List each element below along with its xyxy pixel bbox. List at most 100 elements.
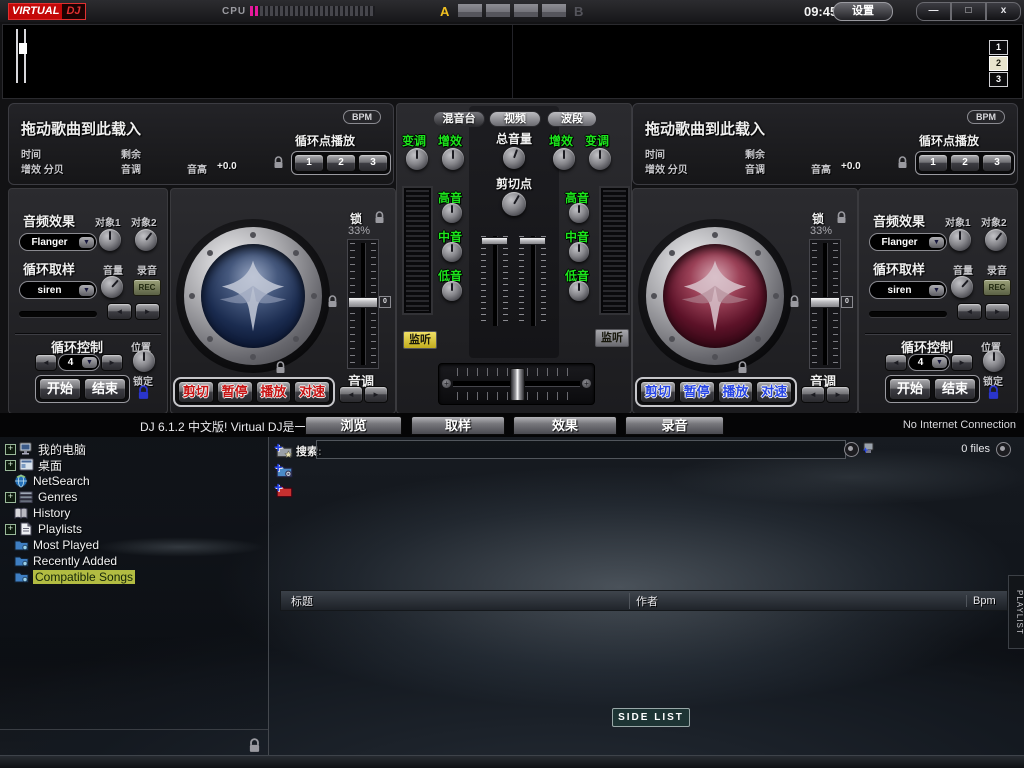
lock-icon[interactable]: [374, 211, 385, 224]
fx-param1-knob[interactable]: [949, 229, 971, 251]
fx-select[interactable]: Flanger ▼: [19, 233, 97, 251]
browser-lock-icon[interactable]: [248, 738, 261, 753]
expand-toggle[interactable]: +: [5, 492, 16, 503]
bass-knob-right[interactable]: [569, 281, 589, 301]
pause-button[interactable]: 暂停: [217, 381, 253, 403]
minimize-button[interactable]: —: [916, 2, 951, 21]
loop-double-button[interactable]: ►: [951, 354, 973, 371]
tab-video[interactable]: 视频: [489, 111, 541, 127]
search-target-icon[interactable]: [844, 442, 859, 457]
tree-item-recently-added[interactable]: Recently Added: [0, 553, 266, 569]
crossfader-handle[interactable]: [510, 368, 525, 401]
pfl-button-right[interactable]: 监听: [595, 329, 629, 347]
tab-sampler[interactable]: 取样: [411, 416, 505, 435]
fx-select[interactable]: Flanger ▼: [869, 233, 947, 251]
tab-browse[interactable]: 浏览: [305, 416, 402, 435]
loop-cue-3-button[interactable]: 3: [358, 154, 388, 172]
treble-knob-right[interactable]: [569, 203, 589, 223]
pitch-bend-plus-button[interactable]: ►: [364, 386, 388, 403]
close-button[interactable]: x: [986, 2, 1021, 21]
loop-cue-2-button[interactable]: 2: [326, 154, 356, 172]
treble-knob-left[interactable]: [442, 203, 462, 223]
jog-wheel[interactable]: [638, 219, 792, 373]
sampler-select[interactable]: siren ▼: [19, 281, 97, 299]
fx-param1-knob[interactable]: [99, 229, 121, 251]
column-bpm[interactable]: Bpm: [966, 595, 996, 607]
crossfader[interactable]: + +: [438, 363, 595, 405]
hotcue-button-3[interactable]: 3: [989, 72, 1008, 87]
fx-param2-knob[interactable]: [135, 229, 157, 251]
loop-start-button[interactable]: 开始: [39, 378, 81, 400]
bass-knob-left[interactable]: [442, 281, 462, 301]
tree-item-most-played[interactable]: Most Played: [0, 537, 266, 553]
hotcue-button-1[interactable]: 1: [989, 40, 1008, 55]
tree-item-history[interactable]: History: [0, 505, 266, 521]
waveform-display[interactable]: 1 2 3: [2, 24, 1023, 99]
sampler-next-button[interactable]: ►: [985, 303, 1010, 320]
tab-scratch[interactable]: 波段: [547, 111, 597, 127]
loop-lock-icon[interactable]: [987, 385, 1000, 400]
cue-knob[interactable]: [502, 192, 526, 216]
pitch-zero-button[interactable]: 0: [841, 296, 853, 308]
loop-position-knob[interactable]: [133, 350, 155, 372]
tab-record[interactable]: 录音: [625, 416, 724, 435]
loop-cue-2-button[interactable]: 2: [950, 154, 980, 172]
tree-item-genres[interactable]: + Genres: [0, 489, 266, 505]
pitch-slider-handle[interactable]: [810, 297, 840, 308]
pitch-slider-handle[interactable]: [348, 297, 378, 308]
pitch-bend-minus-button[interactable]: ◄: [339, 386, 363, 403]
tree-item-my-computer[interactable]: + 我的电脑: [0, 441, 266, 457]
search-input[interactable]: [316, 440, 846, 459]
loop-length-select[interactable]: 4 ▼: [908, 354, 950, 371]
fx-param2-knob[interactable]: [985, 229, 1007, 251]
settings-button[interactable]: 设置: [833, 2, 893, 21]
sampler-prev-button[interactable]: ◄: [957, 303, 982, 320]
expand-toggle[interactable]: +: [5, 524, 16, 535]
tree-item-playlists[interactable]: + Playlists: [0, 521, 266, 537]
gain-knob-right[interactable]: [553, 148, 575, 170]
side-list-button[interactable]: SIDE LIST: [612, 708, 690, 727]
key-knob-left[interactable]: [406, 148, 428, 170]
lock-icon[interactable]: [836, 211, 847, 224]
gain-knob-left[interactable]: [442, 148, 464, 170]
channel-fader-left-handle[interactable]: [481, 237, 508, 245]
jog-lock-icon[interactable]: [737, 361, 748, 374]
loop-start-button[interactable]: 开始: [889, 378, 931, 400]
pitch-slider[interactable]: [809, 239, 841, 369]
expand-toggle[interactable]: +: [5, 444, 16, 455]
sampler-prev-button[interactable]: ◄: [107, 303, 132, 320]
loop-half-button[interactable]: ◄: [35, 354, 57, 371]
list-target-icon[interactable]: [996, 442, 1011, 457]
pitch-bend-minus-button[interactable]: ◄: [801, 386, 825, 403]
bpm-badge[interactable]: BPM: [343, 110, 381, 124]
key-knob-right[interactable]: [589, 148, 611, 170]
add-virtual-folder-icon[interactable]: +: [276, 483, 296, 501]
loop-lock-icon[interactable]: [137, 385, 150, 400]
pitch-slider[interactable]: [347, 239, 379, 369]
pause-button[interactable]: 暂停: [679, 381, 715, 403]
loop-half-button[interactable]: ◄: [885, 354, 907, 371]
tree-divider[interactable]: [268, 437, 269, 755]
master-volume-knob[interactable]: [503, 147, 525, 169]
channel-fader-right[interactable]: [519, 236, 546, 326]
loop-cue-1-button[interactable]: 1: [294, 154, 324, 172]
sync-button[interactable]: 对速: [756, 381, 792, 403]
tab-mixer[interactable]: 混音台: [433, 111, 485, 127]
sampler-volume-knob[interactable]: [101, 276, 123, 298]
cue-button[interactable]: 剪切: [640, 381, 676, 403]
channel-fader-right-handle[interactable]: [519, 237, 546, 245]
expand-toggle[interactable]: +: [5, 460, 16, 471]
loop-length-select[interactable]: 4 ▼: [58, 354, 100, 371]
deck-right-info-panel[interactable]: 拖动歌曲到此载入 BPM 循环点播放 1 2 3 时间 剩余 增效 分贝 音调 …: [632, 103, 1018, 185]
loop-cue-3-button[interactable]: 3: [982, 154, 1012, 172]
mid-knob-right[interactable]: [569, 242, 589, 262]
maximize-button[interactable]: □: [951, 2, 986, 21]
tree-item-compatible-songs[interactable]: Compatible Songs: [0, 569, 266, 585]
pitch-bend-plus-button[interactable]: ►: [826, 386, 850, 403]
bpm-badge[interactable]: BPM: [967, 110, 1005, 124]
loop-position-knob[interactable]: [983, 350, 1005, 372]
hotcue-button-2[interactable]: 2: [989, 56, 1008, 71]
pfl-button-left[interactable]: 监听: [403, 331, 437, 349]
netsearch-add-icon[interactable]: +: [861, 441, 875, 460]
sampler-select[interactable]: siren ▼: [869, 281, 947, 299]
